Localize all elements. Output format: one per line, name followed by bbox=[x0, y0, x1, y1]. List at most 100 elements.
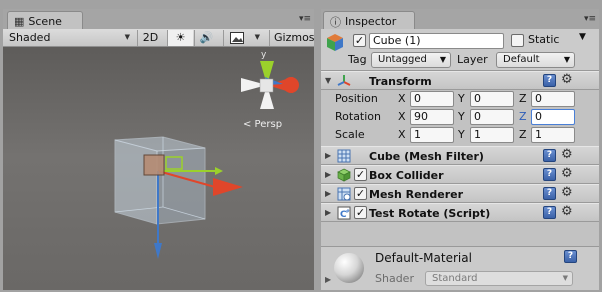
chevron-down-icon: ▼ bbox=[254, 33, 260, 41]
position-x-field[interactable]: 0 bbox=[410, 91, 454, 107]
help-icon[interactable]: ? bbox=[543, 149, 556, 162]
transform-header[interactable]: ▼ Transform ? ⚙ bbox=[321, 71, 599, 90]
chevron-down-icon: ▼ bbox=[439, 55, 446, 64]
info-icon: ⓘ bbox=[330, 15, 341, 29]
tab-scene[interactable]: ▦ Scene bbox=[7, 11, 83, 29]
transform-axes-icon bbox=[337, 75, 351, 86]
position-row: Position X 0 Y 0 Z 0 bbox=[321, 90, 599, 108]
scale-label: Scale bbox=[335, 128, 365, 141]
chevron-down-icon: ▼ bbox=[563, 55, 570, 64]
rotation-y-field[interactable]: 0 bbox=[470, 109, 514, 125]
toggle-2d-label: 2D bbox=[142, 31, 159, 44]
help-icon[interactable]: ? bbox=[564, 250, 577, 263]
scene-viewport[interactable]: y < Persp bbox=[3, 47, 314, 290]
inspector-content: ✓ Cube (1) ✓ Static ▼ Tag Untagged ▼ Lay… bbox=[321, 29, 599, 290]
gear-icon[interactable]: ⚙ bbox=[561, 72, 573, 87]
test-rotate-script-header[interactable]: ▶ C # ✓ Test Rotate (Script) ? ⚙ bbox=[321, 203, 599, 222]
foldout-closed-icon[interactable]: ▶ bbox=[325, 170, 331, 179]
mesh-filter-header[interactable]: ▶ Cube (Mesh Filter) ? ⚙ bbox=[321, 146, 599, 165]
position-z-field[interactable]: 0 bbox=[531, 91, 575, 107]
static-dropdown-arrow-icon[interactable]: ▼ bbox=[579, 32, 586, 42]
active-checkbox[interactable]: ✓ bbox=[353, 34, 366, 47]
axis-z-label: Z bbox=[519, 128, 527, 141]
foldout-closed-icon[interactable]: ▶ bbox=[325, 275, 331, 284]
layer-dropdown[interactable]: Default ▼ bbox=[496, 52, 575, 68]
scene-toolbar: Shaded ▼ 2D ☀ 🔊 ▼ Gizmos bbox=[3, 29, 315, 47]
material-section: Default-Material Shader Standard ▼ ? ▶ bbox=[321, 246, 599, 290]
layer-label: Layer bbox=[457, 53, 488, 66]
tab-inspector-label: Inspector bbox=[345, 15, 397, 28]
axis-x-label: X bbox=[398, 110, 406, 123]
help-icon[interactable]: ? bbox=[543, 187, 556, 200]
transform-title: Transform bbox=[369, 75, 432, 88]
test-rotate-enabled-checkbox[interactable]: ✓ bbox=[354, 206, 367, 219]
box-collider-enabled-checkbox[interactable]: ✓ bbox=[354, 168, 367, 181]
object-name-field[interactable]: Cube (1) bbox=[369, 33, 504, 49]
svg-text:y: y bbox=[261, 50, 267, 60]
position-y-field[interactable]: 0 bbox=[470, 91, 514, 107]
inspector-spacer bbox=[321, 222, 599, 246]
effects-dropdown[interactable]: ▼ bbox=[223, 30, 263, 46]
audio-toggle-button[interactable]: 🔊 bbox=[194, 30, 218, 46]
foldout-closed-icon[interactable]: ▶ bbox=[325, 189, 331, 198]
inspector-tab-menu-icon[interactable]: ▾≡ bbox=[583, 13, 597, 25]
toggle-2d-button[interactable]: 2D bbox=[137, 30, 163, 46]
layer-value: Default bbox=[503, 54, 540, 65]
scale-row: Scale X 1 Y 1 Z 1 bbox=[321, 126, 599, 144]
box-collider-title: Box Collider bbox=[369, 169, 444, 182]
axis-x-label: X bbox=[398, 128, 406, 141]
foldout-closed-icon[interactable]: ▶ bbox=[325, 151, 331, 160]
position-label: Position bbox=[335, 92, 378, 105]
shader-label: Shader bbox=[375, 272, 414, 285]
scene-tab-menu-icon[interactable]: ▾≡ bbox=[298, 13, 312, 25]
foldout-open-icon[interactable]: ▼ bbox=[325, 76, 331, 85]
gear-icon[interactable]: ⚙ bbox=[561, 147, 573, 162]
axis-z-label: Z bbox=[519, 110, 527, 123]
gizmos-dropdown[interactable]: Gizmos bbox=[269, 30, 315, 46]
rotation-x-field[interactable]: 90 bbox=[410, 109, 454, 125]
axis-y-label: Y bbox=[458, 110, 465, 123]
mesh-renderer-header[interactable]: ▶ ✓ Mesh Renderer ? ⚙ bbox=[321, 184, 599, 203]
chevron-down-icon: ▼ bbox=[562, 274, 568, 282]
gizmos-label: Gizmos bbox=[274, 31, 315, 44]
tag-dropdown[interactable]: Untagged ▼ bbox=[371, 52, 451, 68]
shader-value: Standard bbox=[432, 273, 478, 284]
static-checkbox[interactable]: ✓ bbox=[511, 34, 524, 47]
scale-z-field[interactable]: 1 bbox=[531, 127, 575, 143]
box-collider-header[interactable]: ▶ ✓ Box Collider ? ⚙ bbox=[321, 165, 599, 184]
planar-handle[interactable] bbox=[143, 154, 165, 176]
help-icon[interactable]: ? bbox=[543, 206, 556, 219]
draw-mode-dropdown[interactable]: Shaded ▼ bbox=[3, 30, 133, 46]
inspector-tabstrip: ⓘ Inspector ▾≡ bbox=[321, 9, 599, 29]
axis-x-label: X bbox=[398, 92, 406, 105]
mesh-grid-icon bbox=[337, 149, 351, 163]
tab-inspector[interactable]: ⓘ Inspector bbox=[323, 11, 415, 29]
scale-x-field[interactable]: 1 bbox=[410, 127, 454, 143]
scene-canvas: y < Persp bbox=[3, 47, 314, 290]
help-icon[interactable]: ? bbox=[543, 168, 556, 181]
mesh-renderer-icon bbox=[337, 187, 351, 201]
mesh-renderer-enabled-checkbox[interactable]: ✓ bbox=[354, 187, 367, 200]
lighting-toggle-button[interactable]: ☀ bbox=[167, 30, 193, 46]
chevron-down-icon: ▼ bbox=[124, 33, 130, 41]
foldout-closed-icon[interactable]: ▶ bbox=[325, 208, 331, 217]
gameobject-cube-icon bbox=[327, 34, 343, 51]
scene-tabstrip: ▦ Scene ▾≡ bbox=[3, 9, 314, 29]
shader-dropdown: Standard ▼ bbox=[425, 271, 573, 286]
rotation-z-field[interactable]: 0 bbox=[531, 109, 575, 125]
material-preview-sphere[interactable] bbox=[334, 253, 364, 283]
scene-panel: ▦ Scene ▾≡ Shaded ▼ 2D ☀ 🔊 ▼ Gizmos y < … bbox=[3, 9, 315, 290]
scale-y-field[interactable]: 1 bbox=[470, 127, 514, 143]
gear-icon[interactable]: ⚙ bbox=[561, 166, 573, 181]
gear-icon[interactable]: ⚙ bbox=[561, 204, 573, 219]
material-name: Default-Material bbox=[375, 251, 472, 265]
svg-text:#: # bbox=[346, 209, 350, 215]
box-collider-icon bbox=[337, 168, 351, 182]
static-label: Static bbox=[528, 33, 560, 46]
persp-label[interactable]: < Persp bbox=[243, 119, 282, 130]
gear-icon[interactable]: ⚙ bbox=[561, 185, 573, 200]
help-icon[interactable]: ? bbox=[543, 74, 556, 87]
mesh-renderer-title: Mesh Renderer bbox=[369, 188, 464, 201]
mesh-filter-title: Cube (Mesh Filter) bbox=[369, 150, 484, 163]
csharp-script-icon: C # bbox=[337, 206, 351, 220]
